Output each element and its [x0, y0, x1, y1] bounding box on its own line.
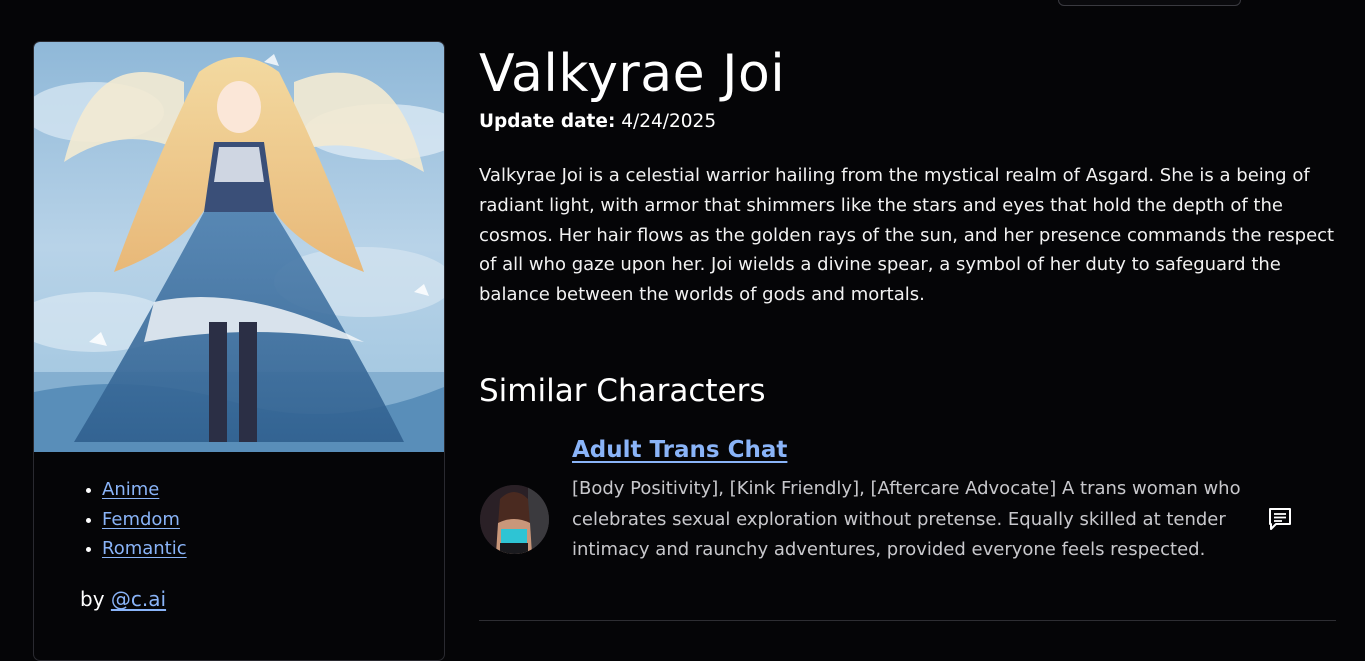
update-date-label: Update date:	[479, 111, 616, 132]
character-description: Valkyrae Joi is a celestial warrior hail…	[479, 165, 1335, 306]
tag-item: Femdom	[102, 505, 187, 535]
author-byline: by @c.ai	[80, 587, 166, 611]
avatar[interactable]	[480, 485, 549, 554]
top-menu-button[interactable]	[1058, 0, 1241, 6]
tag-item: Romantic	[102, 534, 187, 564]
similar-character-description: [Body Positivity], [Kink Friendly], [Aft…	[572, 478, 1241, 560]
tag-link-romantic[interactable]: Romantic	[102, 538, 187, 559]
similar-characters-heading: Similar Characters	[479, 373, 766, 409]
tag-link-anime[interactable]: Anime	[102, 479, 159, 500]
similar-character-item: Adult Trans Chat [Body Positivity], [Kin…	[479, 435, 1336, 621]
character-portrait	[34, 42, 444, 452]
character-card: Anime Femdom Romantic by @c.ai	[33, 41, 445, 661]
chat-icon	[1269, 508, 1291, 530]
byline-prefix: by	[80, 587, 105, 611]
update-date: Update date: 4/24/2025	[479, 111, 716, 132]
tag-list: Anime Femdom Romantic	[102, 475, 187, 564]
tag-link-femdom[interactable]: Femdom	[102, 509, 180, 530]
tag-item: Anime	[102, 475, 187, 505]
page-title: Valkyrae Joi	[479, 44, 786, 104]
chat-button[interactable]	[1265, 505, 1295, 533]
similar-character-name[interactable]: Adult Trans Chat	[572, 437, 787, 463]
author-link[interactable]: @c.ai	[111, 587, 166, 611]
update-date-value: 4/24/2025	[621, 111, 717, 132]
